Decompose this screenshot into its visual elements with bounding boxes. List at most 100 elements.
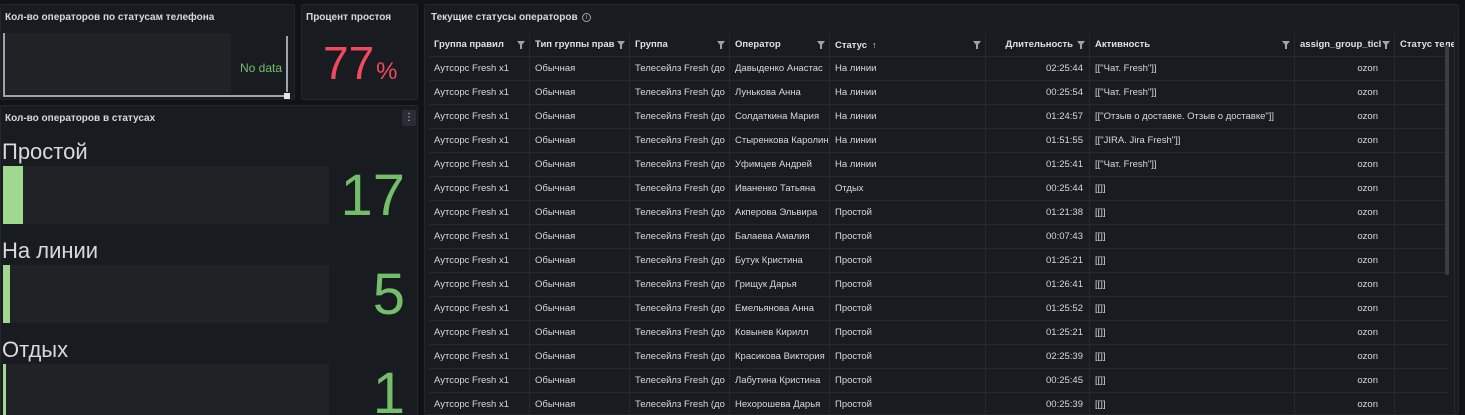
table-row[interactable]: Аутсорс Fresh x1 Обычная Телесейлз Fresh (… — [429, 129, 1455, 153]
table-cell: Простой — [830, 321, 986, 345]
column-header[interactable]: assign_group_ticl — [1295, 33, 1395, 57]
table-cell: Телесейлз Fresh (до — [630, 129, 730, 153]
filter-icon[interactable] — [717, 41, 725, 49]
table-cell: Обычная — [530, 225, 630, 249]
table-cell: Балаева Амалия — [730, 225, 830, 249]
status-item-rest: Отдых 1 — [1, 337, 417, 415]
column-header[interactable]: Группа — [630, 33, 730, 57]
status-bar-fill — [3, 265, 11, 323]
table-cell: ozon — [1295, 105, 1395, 129]
filter-icon[interactable] — [517, 41, 525, 49]
table-cell: Обычная — [530, 81, 630, 105]
table-cell: ozon — [1295, 345, 1395, 369]
table-row[interactable]: Аутсорс Fresh x1 Обычная Телесейлз Fresh (… — [429, 249, 1455, 273]
column-header[interactable]: Оператор — [730, 33, 830, 57]
table-cell: Обычная — [530, 345, 630, 369]
phone-chart-v-scrollbar[interactable] — [286, 36, 288, 92]
table-row[interactable]: Аутсорс Fresh x1 Обычная Телесейлз Fresh (… — [429, 201, 1455, 225]
phone-status-chart-area — [3, 33, 231, 94]
table-cell: ozon — [1295, 369, 1395, 393]
table-row[interactable]: Аутсорс Fresh x1 Обычная Телесейлз Fresh (… — [429, 369, 1455, 393]
table-cell: [[]] — [1090, 177, 1295, 201]
table-cell — [1395, 393, 1455, 414]
table-cell: Обычная — [530, 321, 630, 345]
table-row[interactable]: Аутсорс Fresh x1 Обычная Телесейлз Fresh (… — [429, 345, 1455, 369]
info-icon[interactable]: i — [582, 13, 591, 22]
table-cell: Простой — [830, 345, 986, 369]
status-item-value: 17 — [340, 163, 405, 228]
table-cell: [["Чат. Fresh"]] — [1090, 81, 1295, 105]
table-row[interactable]: Аутсорс Fresh x1 Обычная Телесейлз Fresh (… — [429, 177, 1455, 201]
status-item-idle: Простой 17 — [1, 139, 417, 237]
table-cell: ozon — [1295, 129, 1395, 153]
column-header[interactable]: Тип группы прав — [530, 33, 630, 57]
table-cell: Простой — [830, 369, 986, 393]
table-row[interactable]: Аутсорс Fresh x1 Обычная Телесейлз Fresh (… — [429, 57, 1455, 81]
table-cell: ozon — [1295, 249, 1395, 273]
filter-icon[interactable] — [617, 41, 625, 49]
phone-chart-x-scrollbar[interactable] — [3, 95, 286, 97]
table-cell: Отдых — [830, 177, 986, 201]
table-cell: Простой — [830, 297, 986, 321]
table-cell — [1395, 369, 1455, 393]
idle-percent-value: 77% — [323, 40, 398, 86]
table-cell: [[]] — [1090, 201, 1295, 225]
table-scrollbar[interactable] — [1445, 45, 1449, 275]
column-header-label: Группа — [635, 39, 668, 50]
filter-icon[interactable] — [817, 41, 825, 49]
table-cell: Аутсорс Fresh x1 — [429, 81, 530, 105]
operators-table: Группа правил Тип группы прав Группа Операт… — [429, 33, 1455, 414]
table-row[interactable]: Аутсорс Fresh x1 Обычная Телесейлз Fresh (… — [429, 105, 1455, 129]
table-cell — [1395, 297, 1455, 321]
column-header[interactable]: Активность — [1090, 33, 1295, 57]
table-row[interactable]: Аутсорс Fresh x1 Обычная Телесейлз Fresh (… — [429, 153, 1455, 177]
table-row[interactable]: Аутсорс Fresh x1 Обычная Телесейлз Fresh (… — [429, 225, 1455, 249]
table-row[interactable]: Аутсорс Fresh x1 Обычная Телесейлз Fresh (… — [429, 321, 1455, 345]
table-cell: ozon — [1295, 201, 1395, 225]
table-cell: Телесейлз Fresh (до — [630, 153, 730, 177]
table-row[interactable]: Аутсорс Fresh x1 Обычная Телесейлз Fresh (… — [429, 81, 1455, 105]
table-cell: 01:21:38 — [986, 201, 1090, 225]
table-cell: Телесейлз Fresh (до — [630, 57, 730, 81]
table-cell: На линии — [830, 105, 986, 129]
table-cell: Телесейлз Fresh (до — [630, 273, 730, 297]
table-cell: 00:25:54 — [986, 81, 1090, 105]
operators-table-panel: Текущие статусы операторов i Группа прав… — [424, 4, 1459, 415]
table-cell: Аутсорс Fresh x1 — [429, 225, 530, 249]
filter-icon[interactable] — [973, 41, 981, 49]
table-cell: 01:25:21 — [986, 249, 1090, 273]
table-row[interactable]: Аутсорс Fresh x1 Обычная Телесейлз Fresh (… — [429, 273, 1455, 297]
table-cell: Аутсорс Fresh x1 — [429, 177, 530, 201]
table-cell: Аутсорс Fresh x1 — [429, 201, 530, 225]
idle-percent-panel: Процент простоя 77% — [301, 4, 418, 100]
table-row[interactable]: Аутсорс Fresh x1 Обычная Телесейлз Fresh (… — [429, 297, 1455, 321]
filter-icon[interactable] — [1282, 41, 1290, 49]
filter-icon[interactable] — [1077, 41, 1085, 49]
table-cell: Лунькова Анна — [730, 81, 830, 105]
table-cell: 01:51:55 — [986, 129, 1090, 153]
status-item-label: Простой — [2, 139, 88, 164]
column-header[interactable]: Длительность — [986, 33, 1090, 57]
filter-icon[interactable] — [1382, 41, 1390, 49]
table-cell: ozon — [1295, 321, 1395, 345]
sort-asc-icon[interactable]: ↑ — [872, 33, 877, 57]
panel-menu-icon[interactable]: ⋮ — [402, 110, 416, 126]
phone-status-title: Кол-во операторов по статусам телефона — [5, 12, 215, 23]
table-cell: 00:25:45 — [986, 369, 1090, 393]
table-cell: Телесейлз Fresh (до — [630, 177, 730, 201]
column-header[interactable]: Группа правил — [429, 33, 530, 57]
table-cell: Уфимцев Андрей — [730, 153, 830, 177]
status-item-label: Отдых — [2, 337, 69, 362]
status-bar-fill — [3, 166, 24, 224]
table-cell: На линии — [830, 129, 986, 153]
status-bar-track — [3, 166, 329, 224]
table-row[interactable]: Аутсорс Fresh x1 Обычная Телесейлз Fresh (… — [429, 393, 1455, 414]
idle-percent-unit: % — [376, 58, 398, 85]
column-header[interactable]: Статус ↑ — [830, 33, 986, 57]
table-cell: Лабутина Кристина — [730, 369, 830, 393]
table-cell: Телесейлз Fresh (до — [630, 105, 730, 129]
table-cell: ozon — [1295, 225, 1395, 249]
table-cell: Бутук Кристина — [730, 249, 830, 273]
resize-handle[interactable] — [284, 93, 290, 99]
table-cell: Телесейлз Fresh (до — [630, 201, 730, 225]
